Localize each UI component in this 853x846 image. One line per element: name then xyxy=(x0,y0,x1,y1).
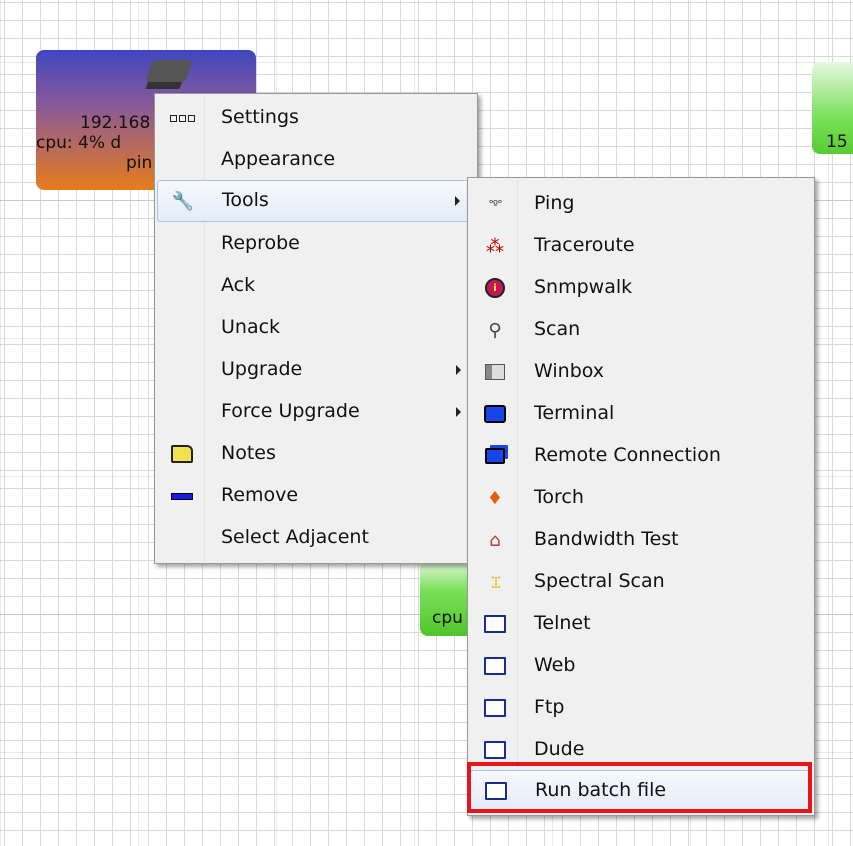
menu-item-bandwidth-test[interactable]: ⌂ Bandwidth Test xyxy=(470,520,812,560)
menu-item-remote-connection[interactable]: Remote Connection xyxy=(470,436,812,476)
menu-item-label: Remote Connection xyxy=(534,444,721,466)
menu-item-notes[interactable]: Notes xyxy=(157,434,475,474)
menu-item-label: Web xyxy=(534,654,576,676)
menu-item-label: Dude xyxy=(534,738,585,760)
window-icon xyxy=(484,655,506,677)
menu-item-terminal[interactable]: Terminal xyxy=(470,394,812,434)
winbox-icon xyxy=(484,361,506,383)
device-right-label: 15 xyxy=(826,132,848,152)
menu-item-dude[interactable]: Dude xyxy=(470,730,812,770)
menu-item-label: Spectral Scan xyxy=(534,570,665,592)
menu-item-appearance[interactable]: Appearance xyxy=(157,140,475,180)
menu-item-label: Run batch file xyxy=(535,779,667,801)
menu-item-upgrade[interactable]: Upgrade xyxy=(157,350,475,390)
menu-item-label: Bandwidth Test xyxy=(534,528,679,550)
menu-item-run-batch-file[interactable]: Run batch file xyxy=(470,770,812,812)
menu-item-scan[interactable]: ⚲ Scan xyxy=(470,310,812,350)
dots-icon xyxy=(169,107,195,129)
menu-item-label: Ack xyxy=(221,274,256,296)
bandwidth-test-icon: ⌂ xyxy=(489,529,501,551)
traceroute-icon: ⁂ xyxy=(486,235,504,257)
menu-item-telnet[interactable]: Telnet xyxy=(470,604,812,644)
ping-icon: °º° xyxy=(488,197,502,211)
window-icon xyxy=(484,697,506,719)
scan-icon: ⚲ xyxy=(488,319,502,341)
remove-icon xyxy=(171,485,193,507)
note-icon xyxy=(171,443,193,465)
window-icon xyxy=(484,613,506,635)
menu-item-spectral-scan[interactable]: ⁚⁞⁚ Spectral Scan xyxy=(470,562,812,602)
menu-item-label: Settings xyxy=(221,106,299,128)
window-icon xyxy=(484,739,506,761)
menu-item-settings[interactable]: Settings xyxy=(157,98,475,138)
menu-item-torch[interactable]: ♦ Torch xyxy=(470,478,812,518)
menu-item-select-adjacent[interactable]: Select Adjacent xyxy=(157,518,475,558)
device-right[interactable]: 15 xyxy=(812,62,853,154)
menu-item-ftp[interactable]: Ftp xyxy=(470,688,812,728)
tools-submenu: °º° Ping ⁂ Traceroute i Snmpwalk ⚲ Scan … xyxy=(467,177,815,816)
submenu-arrow-icon xyxy=(456,407,461,417)
menu-item-label: Appearance xyxy=(221,148,336,170)
menu-item-label: Snmpwalk xyxy=(534,276,633,298)
menu-item-snmpwalk[interactable]: i Snmpwalk xyxy=(470,268,812,308)
menu-item-label: Remove xyxy=(221,484,299,506)
menu-item-reprobe[interactable]: Reprobe xyxy=(157,224,475,264)
menu-item-label: Upgrade xyxy=(221,358,303,380)
remote-connection-icon xyxy=(484,445,506,467)
terminal-icon xyxy=(484,403,506,425)
menu-item-label: Scan xyxy=(534,318,581,340)
menu-item-label: Ftp xyxy=(534,696,565,718)
submenu-arrow-icon xyxy=(455,196,460,206)
menu-item-label: Force Upgrade xyxy=(221,400,360,422)
menu-item-label: Reprobe xyxy=(221,232,300,254)
menu-item-label: Terminal xyxy=(534,402,615,424)
device-context-menu: Settings Appearance 🔧 Tools Reprobe Ack … xyxy=(154,93,478,564)
menu-item-label: Telnet xyxy=(534,612,591,634)
menu-item-remove[interactable]: Remove xyxy=(157,476,475,516)
spectral-scan-icon: ⁚⁞⁚ xyxy=(490,572,501,592)
menu-item-label: Ping xyxy=(534,192,575,214)
wrench-icon: 🔧 xyxy=(171,190,195,212)
menu-item-label: Tools xyxy=(222,189,269,211)
menu-item-force-upgrade[interactable]: Force Upgrade xyxy=(157,392,475,432)
menu-item-ping[interactable]: °º° Ping xyxy=(470,184,812,224)
menu-item-winbox[interactable]: Winbox xyxy=(470,352,812,392)
menu-item-traceroute[interactable]: ⁂ Traceroute xyxy=(470,226,812,266)
submenu-arrow-icon xyxy=(456,365,461,375)
menu-item-label: Winbox xyxy=(534,360,605,382)
snmpwalk-icon: i xyxy=(484,277,506,299)
window-icon xyxy=(485,780,507,802)
menu-item-label: Notes xyxy=(221,442,276,464)
menu-item-label: Torch xyxy=(534,486,584,508)
menu-item-web[interactable]: Web xyxy=(470,646,812,686)
menu-item-label: Select Adjacent xyxy=(221,526,369,548)
router-icon xyxy=(144,60,194,82)
menu-item-ack[interactable]: Ack xyxy=(157,266,475,306)
torch-icon: ♦ xyxy=(486,487,504,509)
menu-item-label: Unack xyxy=(221,316,281,338)
device-bottom-label: cpu xyxy=(432,608,463,628)
menu-item-unack[interactable]: Unack xyxy=(157,308,475,348)
menu-item-tools[interactable]: 🔧 Tools xyxy=(157,180,475,222)
menu-item-label: Traceroute xyxy=(534,234,635,256)
